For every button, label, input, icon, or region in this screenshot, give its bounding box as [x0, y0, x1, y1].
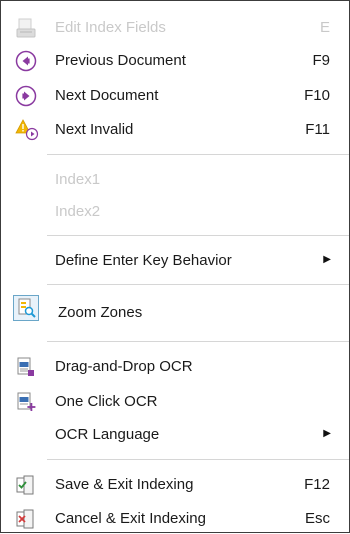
- warning-next-icon: [15, 119, 39, 141]
- menu-separator: [47, 235, 349, 236]
- cancel-exit-icon: [15, 508, 37, 530]
- save-exit-icon: [15, 474, 37, 496]
- menu-separator: [47, 459, 349, 460]
- menu-item-zoom-zones[interactable]: Zoom Zones: [1, 295, 349, 328]
- previous-arrow-icon: [15, 50, 37, 72]
- menu-separator: [47, 154, 349, 155]
- shortcut-key: F10: [304, 87, 330, 104]
- menu-item-label: Cancel & Exit Indexing: [55, 510, 206, 527]
- menu-item-next-invalid[interactable]: Next Invalid F11: [1, 115, 349, 145]
- menu-item-label: Zoom Zones: [58, 304, 143, 321]
- shortcut-key: F9: [312, 52, 330, 69]
- zoom-zones-icon: [15, 297, 37, 319]
- menu-item-label: Define Enter Key Behavior: [55, 252, 232, 269]
- shortcut-key: F12: [304, 476, 330, 493]
- menu-item-label: Index1: [55, 171, 101, 188]
- menu-item-one-click-ocr[interactable]: One Click OCR: [1, 387, 349, 417]
- ocr-document-icon: [15, 356, 37, 378]
- menu-item-label: OCR Language: [55, 426, 160, 443]
- menu-separator: [47, 284, 349, 285]
- menu-item-edit-index-fields: Edit Index Fields E: [1, 13, 349, 43]
- menu-item-ocr-language[interactable]: OCR Language ▶: [1, 420, 349, 450]
- menu-item-save-exit-indexing[interactable]: Save & Exit Indexing F12: [1, 470, 349, 500]
- menu-item-next-document[interactable]: Next Document F10: [1, 81, 349, 111]
- next-arrow-icon: [15, 85, 37, 107]
- menu-item-index1: Index1: [1, 165, 349, 195]
- menu-item-label: Save & Exit Indexing: [55, 476, 194, 493]
- submenu-arrow-icon: ▶: [323, 254, 331, 265]
- menu-item-label: Next Document: [55, 87, 159, 104]
- submenu-arrow-icon: ▶: [323, 428, 331, 439]
- menu-item-previous-document[interactable]: Previous Document F9: [1, 46, 349, 76]
- ocr-add-icon: [15, 391, 37, 413]
- shortcut-key: F11: [305, 121, 330, 138]
- shortcut-key: Esc: [304, 510, 330, 527]
- menu-item-define-enter-key-behavior[interactable]: Define Enter Key Behavior ▶: [1, 246, 349, 276]
- menu-item-drag-and-drop-ocr[interactable]: Drag-and-Drop OCR: [1, 352, 349, 382]
- keyboard-document-icon: [15, 17, 37, 39]
- menu-item-label: Next Invalid: [55, 121, 134, 138]
- context-menu: Edit Index Fields E Previous Document F9…: [0, 0, 350, 533]
- menu-item-label: Drag-and-Drop OCR: [55, 358, 193, 375]
- menu-item-label: Edit Index Fields: [55, 19, 166, 36]
- menu-item-label: Index2: [55, 203, 101, 220]
- menu-item-index2: Index2: [1, 197, 349, 227]
- menu-item-label: One Click OCR: [55, 393, 158, 410]
- menu-separator: [47, 341, 349, 342]
- menu-item-label: Previous Document: [55, 52, 186, 69]
- menu-item-cancel-exit-indexing[interactable]: Cancel & Exit Indexing Esc: [1, 504, 349, 534]
- shortcut-key: E: [319, 19, 330, 36]
